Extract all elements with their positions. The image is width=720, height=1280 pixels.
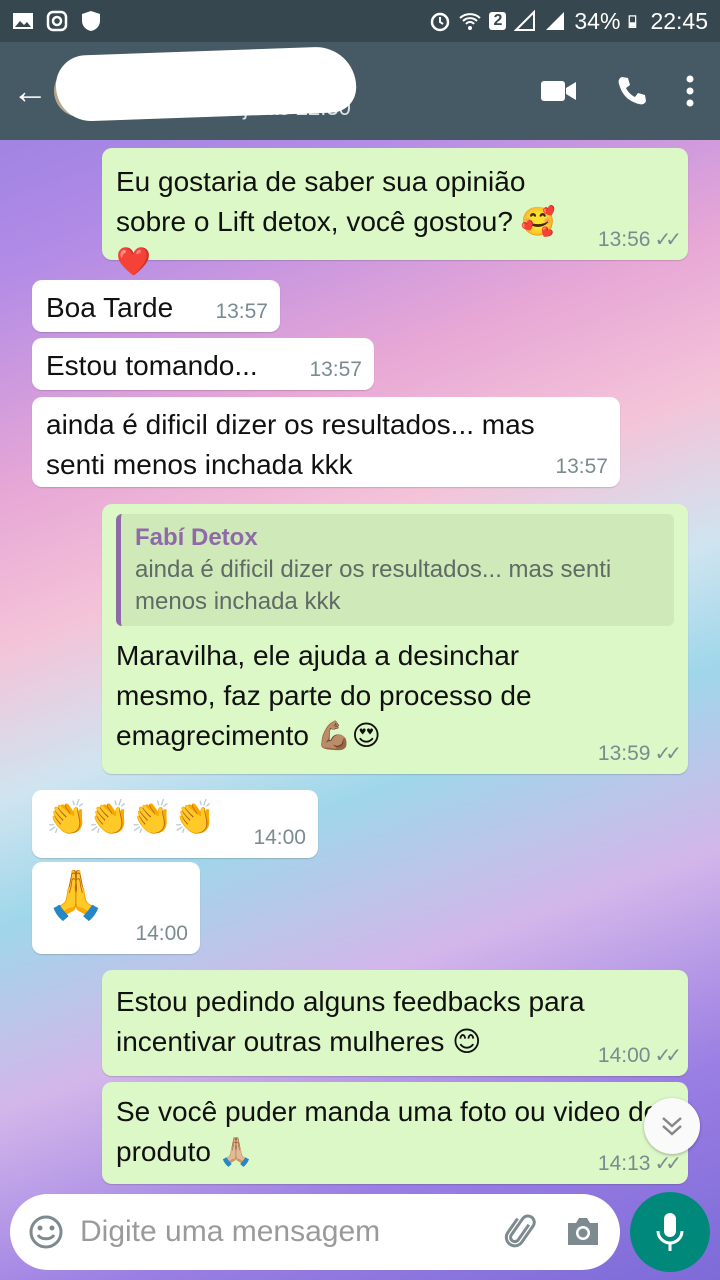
message-text: Eu gostaria de saber sua opinião sobre o… (116, 166, 556, 277)
composer (0, 1190, 720, 1280)
back-arrow-icon[interactable]: ← (0, 70, 50, 112)
message-outgoing[interactable]: Eu gostaria de saber sua opinião sobre o… (102, 148, 688, 277)
message-text: Estou pedindo alguns feedbacks para ince… (116, 986, 585, 1057)
message-time: 14:00 (597, 1044, 651, 1067)
message-incoming[interactable]: 🙏 14:00 (32, 862, 200, 954)
quoted-message[interactable]: Fabí Detox ainda é dificil dizer os resu… (116, 514, 674, 626)
message-time: 14:00 (253, 826, 306, 849)
message-outgoing-reply[interactable]: Fabí Detox ainda é dificil dizer os resu… (102, 504, 688, 774)
scroll-down-button[interactable] (644, 1098, 700, 1154)
emoji-icon[interactable] (28, 1214, 64, 1250)
message-incoming[interactable]: Boa Tarde 13:57 (32, 280, 280, 332)
quoted-author: Fabí Detox (135, 524, 258, 551)
message-time: 14:00 (135, 922, 188, 945)
message-outgoing[interactable]: Estou pedindo alguns feedbacks para ince… (102, 970, 688, 1076)
alarm-icon (431, 12, 450, 32)
message-input-bar (10, 1194, 620, 1270)
message-incoming[interactable]: 👏👏👏👏 14:00 (32, 790, 318, 858)
wifi-icon (459, 13, 482, 30)
message-time: 13:57 (215, 300, 268, 323)
message-text: 🙏 (46, 869, 106, 922)
clock: 22:45 (650, 7, 708, 34)
microphone-icon (656, 1213, 684, 1251)
instagram-icon (46, 10, 68, 32)
status-bar: 2 34% 22:45 (0, 0, 720, 42)
message-outgoing[interactable]: Se você puder manda uma foto ou video do… (102, 1082, 688, 1184)
message-time: 13:57 (555, 455, 608, 478)
signal-icon (514, 10, 536, 31)
chat-header: ← Fabí Detox por último hoje às 22:30 (0, 42, 720, 140)
redaction-scribble (54, 45, 358, 123)
quoted-text: ainda é dificil dizer os resultados... m… (135, 556, 612, 615)
read-ticks-icon: ✓✓ (654, 1045, 681, 1067)
shield-icon (82, 11, 100, 31)
message-time: 14:13 (597, 1152, 651, 1175)
voice-record-button[interactable] (630, 1192, 710, 1272)
message-time: 13:57 (309, 358, 362, 381)
phone-icon[interactable] (616, 75, 648, 107)
message-text: Se você puder manda uma foto ou video do… (116, 1096, 660, 1167)
battery-level: 34% (574, 7, 621, 34)
notification-count: 2 (489, 12, 507, 30)
message-text: Maravilha, ele ajuda a desinchar mesmo, … (116, 640, 532, 751)
message-text: ainda é dificil dizer os resultados... m… (46, 409, 535, 480)
video-call-icon[interactable] (540, 78, 578, 104)
message-text: Estou tomando... (46, 350, 258, 381)
read-ticks-icon: ✓✓ (654, 743, 681, 765)
more-options-icon[interactable] (686, 75, 694, 107)
chevron-double-down-icon (662, 1117, 682, 1136)
message-text: Boa Tarde (46, 292, 174, 323)
signal-icon-2 (546, 12, 565, 30)
contact-info[interactable]: Fabí Detox por último hoje às 22:30 (54, 45, 496, 123)
read-ticks-icon: ✓✓ (654, 1153, 681, 1175)
attach-icon[interactable] (502, 1212, 542, 1252)
message-incoming[interactable]: Estou tomando... 13:57 (32, 338, 374, 390)
message-input[interactable] (80, 1215, 502, 1249)
message-incoming[interactable]: ainda é dificil dizer os resultados... m… (32, 397, 620, 487)
message-time: 13:56 (597, 228, 651, 251)
message-time: 13:59 (597, 742, 651, 765)
battery-icon (629, 15, 637, 28)
gallery-icon (13, 13, 33, 29)
camera-icon[interactable] (564, 1215, 602, 1249)
read-ticks-icon: ✓✓ (654, 229, 681, 251)
message-text: 👏👏👏👏 (46, 799, 216, 837)
